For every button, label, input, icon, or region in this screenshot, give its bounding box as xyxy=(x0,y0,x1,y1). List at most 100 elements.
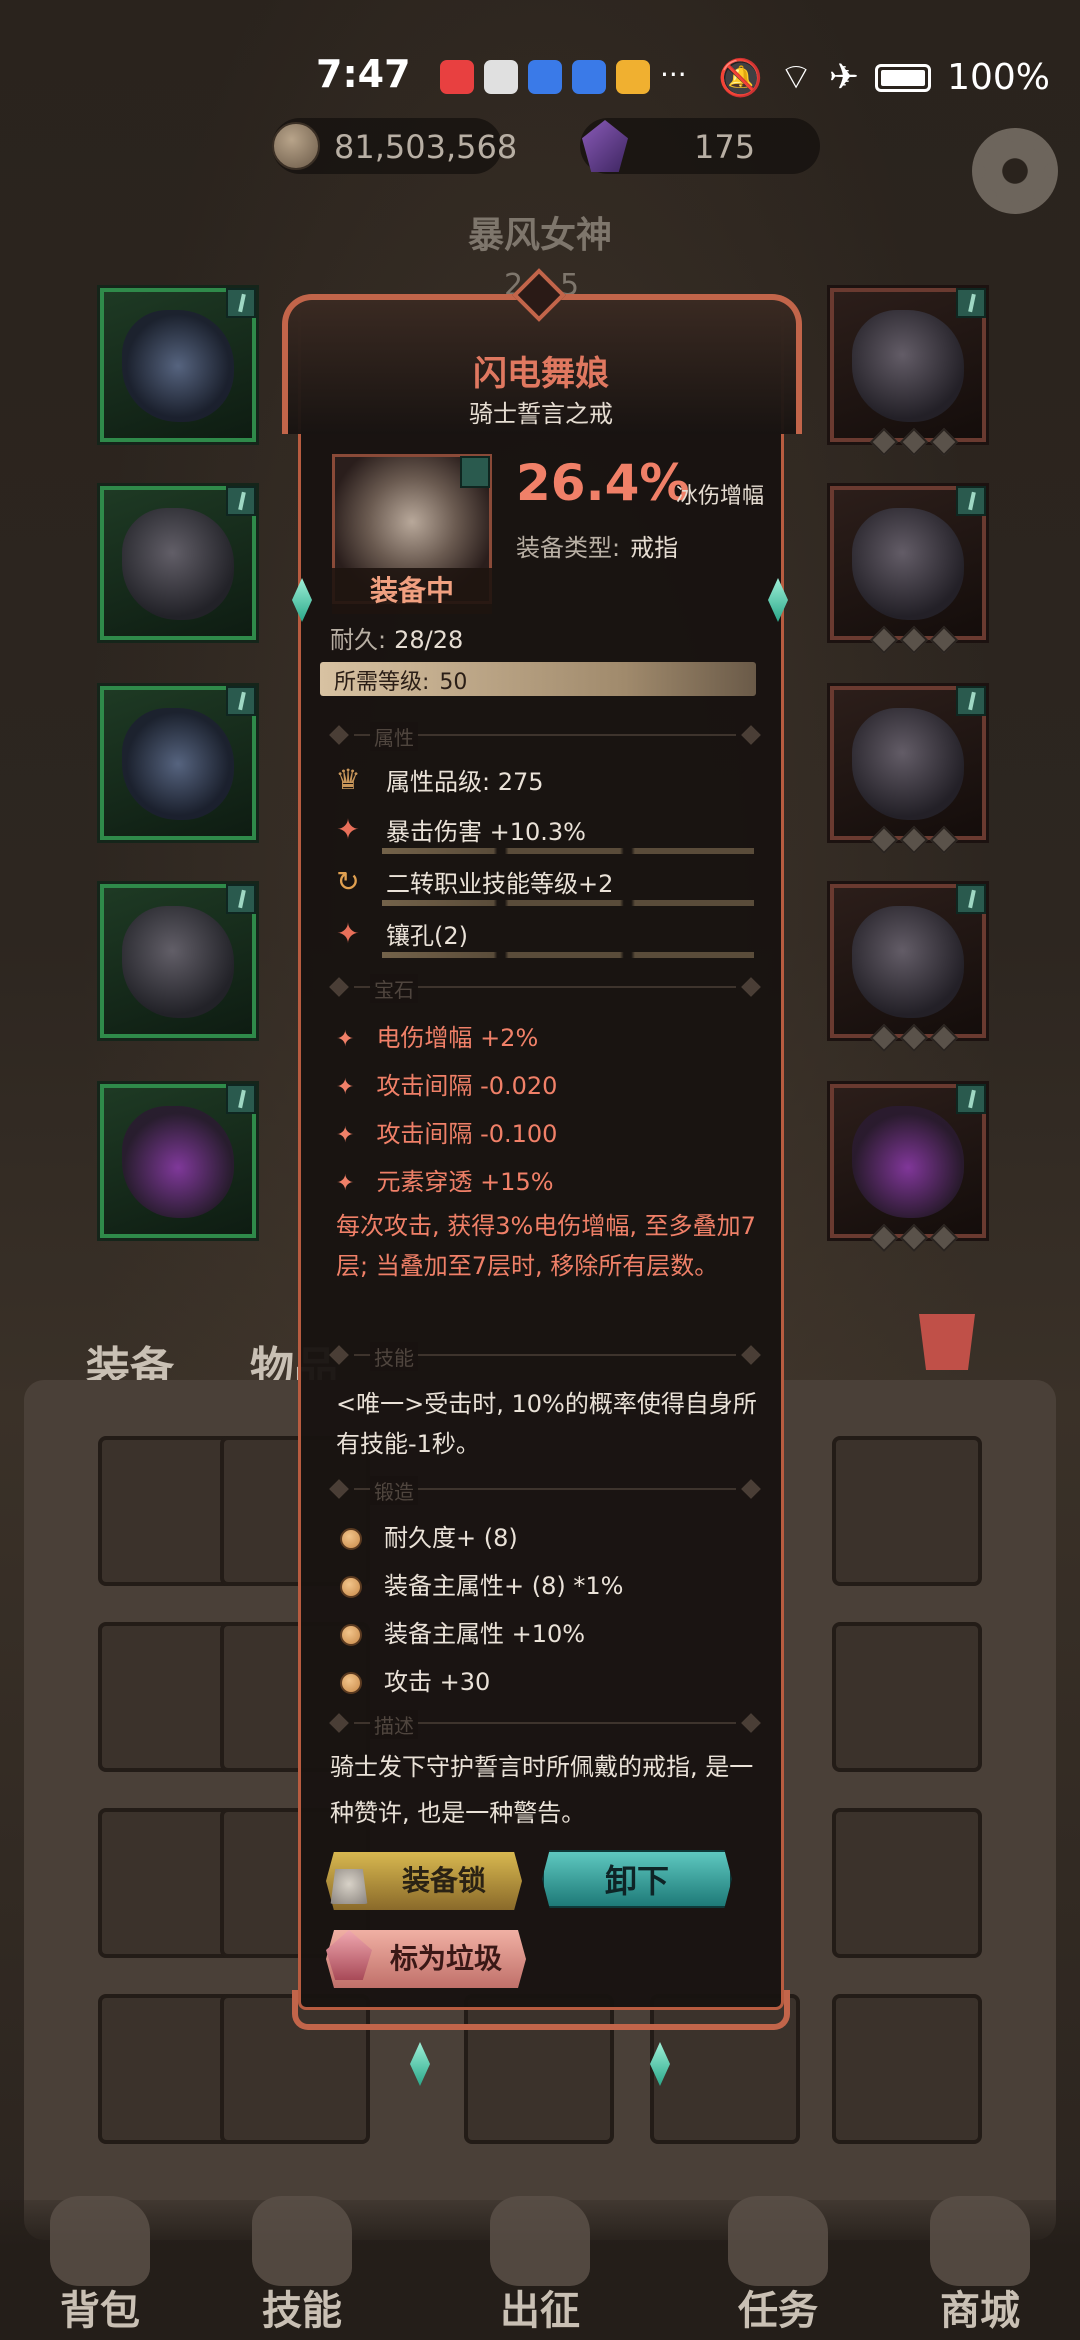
crit-star-icon: ✦ xyxy=(336,813,360,846)
section-gems: 宝石 xyxy=(329,974,761,1003)
forge-text: 攻击 +30 xyxy=(384,1668,491,1696)
nav-quests[interactable]: 任务 xyxy=(698,2196,858,2336)
battery-icon xyxy=(875,63,932,92)
attr-underline xyxy=(382,848,754,854)
slot-tag-icon xyxy=(956,1084,986,1114)
gem-effect-text: 每次攻击, 获得3%电伤增幅, 至多叠加7层; 当叠加至7层时, 移除所有层数。 xyxy=(336,1212,756,1280)
forge-dot-icon xyxy=(340,1528,362,1550)
hero-name: 暴风女神 xyxy=(467,215,612,256)
equip-slot-amulet[interactable] xyxy=(830,686,986,855)
status-right: 🔕 ⌔ ✈ 100% xyxy=(718,55,1050,100)
section-skills: 技能 xyxy=(329,1342,761,1371)
level-value: 50 xyxy=(439,670,468,695)
gem-row: ✦ 攻击间隔 -0.100 xyxy=(336,1114,557,1149)
gem-row: ✦ 电伤增幅 +2% xyxy=(336,1018,538,1053)
airplane-icon: ✈ xyxy=(828,57,860,98)
equip-slot-mask[interactable] xyxy=(830,288,986,457)
section-forge: 锻造 xyxy=(329,1476,761,1505)
equipped-badge: 装备中 xyxy=(332,568,492,614)
attr-row: ✦ 镶孔(2) xyxy=(330,912,760,958)
belt-item-icon xyxy=(122,906,234,1018)
gem-star-icon: ✦ xyxy=(336,1123,355,1148)
bag-cell[interactable] xyxy=(832,1994,982,2144)
slot-tag-icon xyxy=(956,686,986,716)
equip-slot-weapon[interactable] xyxy=(830,884,986,1053)
nav-label: 任务 xyxy=(738,2288,818,2334)
slot-tag-icon xyxy=(226,686,256,716)
coin-amount: 81,503,568 xyxy=(334,128,518,166)
notification-icon-baidu-2 xyxy=(572,60,606,94)
attr-row: ↻ 二转职业技能等级+2 xyxy=(330,860,760,906)
attr-text: 暴击伤害 +10.3% xyxy=(386,818,586,846)
equip-slot-gloves[interactable] xyxy=(100,686,256,840)
gem-text: 攻击间隔 -0.020 xyxy=(376,1072,558,1100)
item-subtitle: 骑士誓言之戒 xyxy=(469,400,613,428)
coin-icon xyxy=(272,122,320,170)
slot-tag-icon xyxy=(226,288,256,318)
item-description: 骑士发下守护誓言时所佩戴的戒指, 是一种赞许, 也是一种警告。 xyxy=(330,1753,754,1827)
nav-label: 背包 xyxy=(60,2288,140,2334)
bag-cell[interactable] xyxy=(832,1622,982,1772)
gem-star-icon: ✦ xyxy=(336,1171,355,1196)
equip-slot-boots[interactable] xyxy=(100,1084,256,1238)
weapon-item-icon xyxy=(852,906,964,1018)
boots-item-icon xyxy=(122,1106,234,1218)
mute-icon: 🔕 xyxy=(718,57,764,99)
status-time: 7:47 xyxy=(316,52,411,96)
section-attributes: 属性 xyxy=(329,722,761,751)
gem-row: ✦ 元素穿透 +15% xyxy=(336,1162,554,1197)
attr-underline xyxy=(382,900,754,906)
nav-expedition[interactable]: 出征 xyxy=(460,2196,620,2336)
socket-dots xyxy=(869,1223,959,1253)
wifi-icon: ⌔ xyxy=(779,57,813,98)
durability: 耐久: 28/28 xyxy=(330,620,463,655)
unequip-button[interactable]: 卸下 xyxy=(542,1850,732,1908)
mark-junk-label: 标为垃圾 xyxy=(389,1942,502,1975)
forge-text: 耐久度+ (8) xyxy=(384,1524,518,1552)
section-title: 宝石 xyxy=(370,974,418,1003)
notification-icon-red xyxy=(440,60,474,94)
equip-type-value: 戒指 xyxy=(630,534,679,562)
gem-star-icon: ✦ xyxy=(336,1027,355,1052)
settings-gear-icon[interactable] xyxy=(972,128,1058,214)
nav-backpack[interactable]: 背包 xyxy=(20,2196,180,2336)
equip-slot-helmet[interactable] xyxy=(100,288,256,442)
cycle-icon: ↻ xyxy=(336,865,360,898)
equip-slot-chest[interactable] xyxy=(100,486,256,640)
forge-row: 攻击 +30 xyxy=(340,1662,490,1697)
level-label: 所需等级: xyxy=(334,670,430,695)
section-title: 描述 xyxy=(370,1710,418,1739)
durability-value: 28/28 xyxy=(394,626,464,654)
nav-skills[interactable]: 技能 xyxy=(222,2196,382,2336)
notification-icon-huawei xyxy=(484,60,518,94)
socket-dots xyxy=(869,825,959,855)
equip-type: 装备类型: 戒指 xyxy=(516,528,678,563)
gem-star-icon: ✦ xyxy=(336,1075,355,1100)
chest-item-icon xyxy=(122,508,234,620)
equip-slot-belt[interactable] xyxy=(100,884,256,1038)
equip-slot-orb[interactable] xyxy=(830,1084,986,1253)
portrait-tag-icon xyxy=(460,456,490,488)
gem-text: 元素穿透 +15% xyxy=(376,1168,554,1196)
bag-cell[interactable] xyxy=(832,1808,982,1958)
slot-tag-icon xyxy=(956,884,986,914)
nav-shop[interactable]: 商城 xyxy=(900,2196,1060,2336)
gem-text: 攻击间隔 -0.100 xyxy=(376,1120,558,1148)
gem-text: 电伤增幅 +2% xyxy=(376,1024,539,1052)
skill-text: <唯一>受击时, 10%的概率使得自身所有技能-1秒。 xyxy=(336,1390,757,1458)
attr-text: 镶孔(2) xyxy=(386,922,468,950)
bag-cell[interactable] xyxy=(832,1436,982,1586)
crown-icon: ♛ xyxy=(335,763,361,796)
equip-lock-label: 装备锁 xyxy=(401,1864,486,1897)
slot-tag-icon xyxy=(956,288,986,318)
forge-text: 装备主属性 +10% xyxy=(384,1620,586,1648)
sword-map-icon xyxy=(490,2196,590,2286)
gem-row: ✦ 攻击间隔 -0.020 xyxy=(336,1066,557,1101)
mask-item-icon xyxy=(852,310,964,422)
orb-item-icon xyxy=(852,1106,964,1218)
more-notifications-icon: ··· xyxy=(660,58,687,91)
battery-percent: 100% xyxy=(947,57,1050,98)
bottom-nav: 背包 技能 出征 任务 商城 xyxy=(0,2196,1080,2340)
status-bar: 7:47 ··· 🔕 ⌔ ✈ 100% xyxy=(0,0,1080,150)
equip-slot-ring[interactable] xyxy=(830,486,986,655)
